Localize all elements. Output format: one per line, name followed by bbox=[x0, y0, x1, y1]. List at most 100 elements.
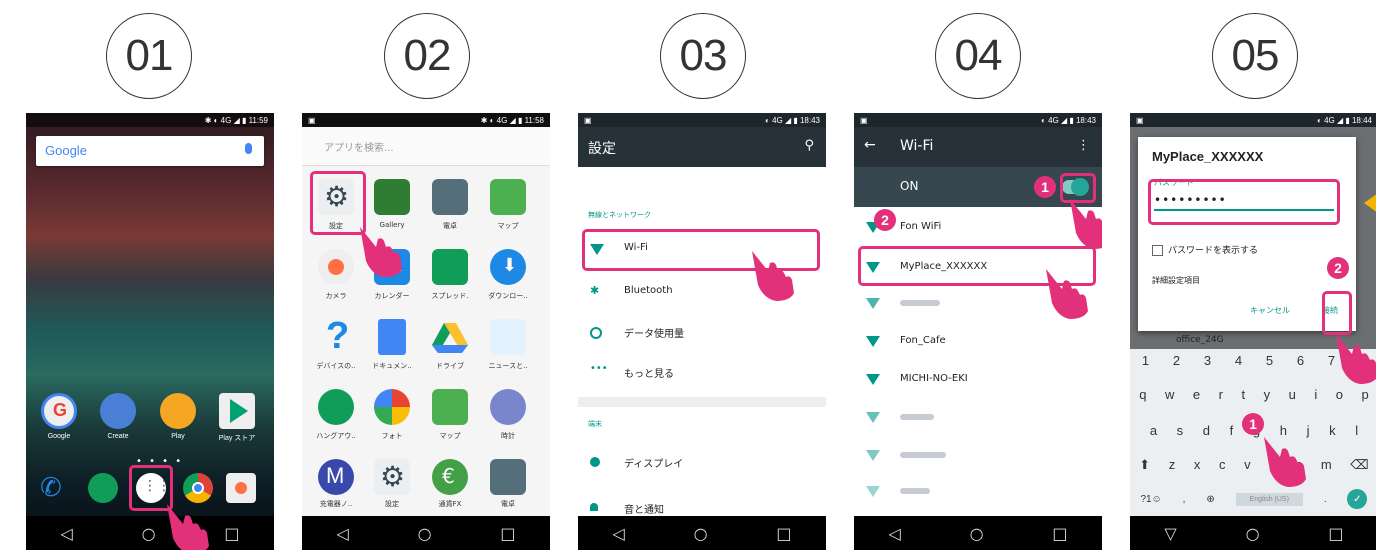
key[interactable]: i bbox=[1314, 387, 1317, 402]
key[interactable]: y bbox=[1264, 387, 1271, 402]
maps-app-icon[interactable] bbox=[490, 179, 526, 215]
calculator-app-icon[interactable] bbox=[490, 459, 526, 495]
key[interactable]: 2 bbox=[1173, 353, 1180, 368]
symbols-key[interactable]: ?1☺ bbox=[1140, 494, 1161, 505]
key[interactable]: p bbox=[1361, 387, 1368, 402]
calculator-app-icon[interactable] bbox=[432, 179, 468, 215]
wifi-signal-icon bbox=[866, 450, 880, 461]
google-app-icon[interactable]: G bbox=[41, 393, 77, 429]
arrow-indicator bbox=[1364, 193, 1376, 213]
wifi-signal-icon bbox=[866, 486, 880, 497]
key[interactable]: x bbox=[1194, 457, 1201, 473]
home-icon[interactable]: ○ bbox=[142, 524, 156, 543]
home-icon[interactable]: ○ bbox=[694, 524, 708, 543]
play-app-icon[interactable] bbox=[160, 393, 196, 429]
wifi-network-item[interactable]: MICHI-NO-EKI bbox=[854, 361, 1102, 399]
sheets-app-icon[interactable] bbox=[432, 249, 468, 285]
keyboard-row-qwerty: qwertyuiop bbox=[1130, 387, 1376, 402]
back-icon[interactable]: ◁ bbox=[336, 524, 348, 543]
enter-key[interactable]: ✓ bbox=[1347, 489, 1368, 509]
recents-icon[interactable]: □ bbox=[224, 524, 239, 543]
camera-app-icon[interactable] bbox=[318, 249, 354, 285]
hangouts-app-icon[interactable] bbox=[318, 389, 354, 425]
shift-key[interactable]: ⬆ bbox=[1139, 457, 1150, 473]
wifi-network-item[interactable]: Fon_Cafe bbox=[854, 323, 1102, 361]
key[interactable]: r bbox=[1219, 387, 1223, 402]
space-key[interactable]: English (US) bbox=[1235, 492, 1303, 506]
gallery-app-icon[interactable] bbox=[374, 179, 410, 215]
data-usage-icon bbox=[590, 327, 602, 339]
phone-app-drawer: ▣ ✱ ◐ 4G ◢ ▮ 11:58 アプリを検索... ⚙ 設定 Gallery… bbox=[302, 113, 550, 550]
cancel-button[interactable]: キャンセル bbox=[1250, 305, 1290, 316]
clock-app-icon[interactable] bbox=[490, 389, 526, 425]
advanced-options[interactable]: 詳細設定項目 bbox=[1152, 275, 1200, 286]
key[interactable]: d bbox=[1203, 423, 1210, 438]
app-search-bar[interactable]: アプリを検索... bbox=[302, 127, 550, 166]
device-help-icon[interactable]: ? bbox=[318, 315, 354, 357]
show-password-checkbox[interactable] bbox=[1152, 245, 1163, 256]
camera-icon[interactable] bbox=[226, 473, 256, 503]
key[interactable]: e bbox=[1193, 387, 1200, 402]
key[interactable]: t bbox=[1241, 387, 1245, 402]
wifi-network-item[interactable] bbox=[854, 473, 1102, 511]
settings-item-more[interactable]: ••• もっと見る bbox=[578, 353, 826, 393]
home-icon[interactable]: ○ bbox=[1246, 524, 1260, 543]
currency-app-icon[interactable]: € bbox=[432, 459, 468, 495]
key[interactable]: z bbox=[1169, 457, 1176, 473]
home-icon[interactable]: ○ bbox=[970, 524, 984, 543]
wifi-network-item[interactable] bbox=[854, 399, 1102, 437]
key[interactable]: w bbox=[1165, 387, 1174, 402]
create-app-icon[interactable] bbox=[100, 393, 136, 429]
key[interactable]: u bbox=[1289, 387, 1296, 402]
back-icon[interactable]: ◁ bbox=[60, 524, 72, 543]
settings-item-data-usage[interactable]: データ使用量 bbox=[578, 313, 826, 353]
recents-icon[interactable]: □ bbox=[500, 524, 515, 543]
period-key[interactable]: . bbox=[1324, 494, 1327, 505]
drive-app-icon[interactable] bbox=[432, 319, 468, 355]
key[interactable]: f bbox=[1230, 423, 1234, 438]
news-app-icon[interactable] bbox=[490, 319, 526, 355]
settings-app-icon[interactable]: ⚙ bbox=[374, 459, 410, 495]
search-icon[interactable]: ⚲ bbox=[804, 138, 814, 153]
comma-key[interactable]: , bbox=[1183, 494, 1186, 505]
photos-app-icon[interactable] bbox=[374, 389, 410, 425]
hangouts-icon[interactable] bbox=[88, 473, 118, 503]
back-icon[interactable]: ◁ bbox=[888, 524, 900, 543]
key[interactable]: l bbox=[1355, 423, 1358, 438]
key[interactable]: c bbox=[1219, 457, 1226, 473]
key[interactable]: v bbox=[1244, 457, 1251, 473]
recents-icon[interactable]: □ bbox=[1052, 524, 1067, 543]
key[interactable]: s bbox=[1177, 423, 1184, 438]
back-arrow-icon[interactable]: ← bbox=[864, 137, 876, 153]
docs-app-icon[interactable] bbox=[378, 319, 406, 355]
recents-icon[interactable]: □ bbox=[776, 524, 791, 543]
key[interactable]: a bbox=[1150, 423, 1157, 438]
key[interactable]: o bbox=[1336, 387, 1343, 402]
download-app-icon[interactable]: ⬇ bbox=[490, 249, 526, 285]
key[interactable]: 1 bbox=[1142, 353, 1149, 368]
backspace-key[interactable]: ⌫ bbox=[1350, 457, 1368, 473]
wifi-network-item[interactable] bbox=[854, 437, 1102, 475]
globe-icon[interactable]: ⊕ bbox=[1206, 494, 1214, 505]
overflow-menu-icon[interactable]: ⋮ bbox=[1077, 138, 1090, 153]
back-icon[interactable]: ◁ bbox=[612, 524, 624, 543]
google-search-bar[interactable]: Google bbox=[36, 136, 264, 166]
back-icon[interactable]: ▽ bbox=[1164, 524, 1176, 543]
home-icon[interactable]: ○ bbox=[418, 524, 432, 543]
mic-icon[interactable] bbox=[245, 143, 252, 154]
key[interactable]: 5 bbox=[1266, 353, 1273, 368]
settings-item-display[interactable]: ディスプレイ bbox=[578, 443, 826, 483]
key[interactable]: k bbox=[1329, 423, 1336, 438]
key[interactable]: q bbox=[1139, 387, 1146, 402]
recents-icon[interactable]: □ bbox=[1328, 524, 1343, 543]
key[interactable]: m bbox=[1321, 457, 1332, 473]
phone-icon[interactable]: ✆ bbox=[40, 473, 70, 503]
maps-app-icon[interactable] bbox=[432, 389, 468, 425]
key[interactable]: 3 bbox=[1204, 353, 1211, 368]
item-label: もっと見る bbox=[624, 369, 674, 380]
key[interactable]: 6 bbox=[1297, 353, 1304, 368]
key[interactable]: 4 bbox=[1235, 353, 1242, 368]
play-store-icon[interactable] bbox=[219, 393, 255, 429]
motorola-app-icon[interactable]: M bbox=[318, 459, 354, 495]
highlight-password-field bbox=[1148, 179, 1340, 225]
